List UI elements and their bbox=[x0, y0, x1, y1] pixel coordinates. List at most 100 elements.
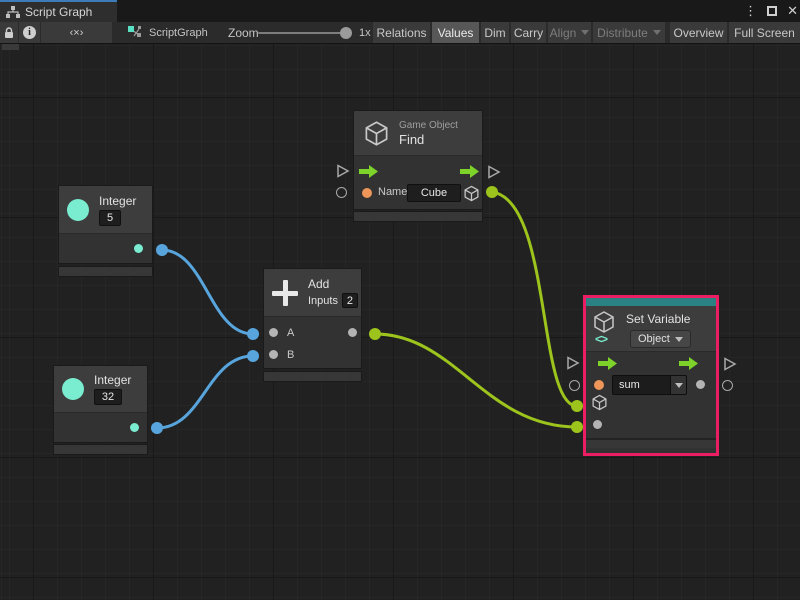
flow-out-triangle-icon[interactable] bbox=[487, 165, 501, 179]
flow-in-triangle-icon[interactable] bbox=[336, 164, 350, 178]
node-title: Find bbox=[399, 132, 458, 147]
inputs-label: Inputs bbox=[308, 295, 338, 307]
node-gameobject-find[interactable]: Game Object Find Name Cube bbox=[353, 110, 483, 210]
zoom-slider-handle[interactable] bbox=[340, 27, 352, 39]
zoom-label: Zoom bbox=[228, 22, 259, 43]
variable-port-outer-circle[interactable] bbox=[569, 380, 580, 391]
graph-name-label: ScriptGraph bbox=[128, 22, 208, 43]
distribute-button[interactable]: Distribute bbox=[593, 22, 665, 43]
name-label: Name bbox=[378, 186, 407, 198]
lock-icon bbox=[4, 27, 14, 39]
title-bar: Script Graph ⋮ ✕ bbox=[0, 0, 800, 22]
flow-in-arrow-icon[interactable] bbox=[598, 357, 618, 370]
dim-button[interactable]: Dim bbox=[481, 22, 509, 43]
output-port[interactable] bbox=[134, 244, 143, 253]
variable-code-icon: <> bbox=[595, 332, 607, 346]
node-footer bbox=[53, 444, 148, 455]
caret-down-icon bbox=[675, 337, 683, 342]
node-body: Name Cube bbox=[354, 156, 482, 209]
script-graph-icon bbox=[128, 26, 143, 39]
cube-icon bbox=[592, 310, 616, 334]
canvas-corner-tab bbox=[2, 44, 19, 50]
window-controls: ⋮ ✕ bbox=[744, 0, 798, 22]
integer-type-icon bbox=[62, 378, 84, 400]
tab-title: Script Graph bbox=[25, 5, 92, 19]
node-footer bbox=[263, 371, 362, 382]
add-plus-icon bbox=[272, 280, 298, 306]
value-input-port[interactable] bbox=[593, 420, 602, 429]
variable-name-group: sum bbox=[612, 375, 687, 395]
node-footer bbox=[353, 211, 483, 222]
port-label-b: B bbox=[287, 349, 294, 361]
input-port-a[interactable] bbox=[269, 328, 278, 337]
graph-hierarchy-icon bbox=[6, 6, 20, 18]
gameobject-target-port-icon[interactable] bbox=[591, 394, 608, 411]
caret-down-icon bbox=[675, 383, 683, 388]
values-button[interactable]: Values bbox=[432, 22, 479, 43]
info-button[interactable]: i bbox=[19, 22, 40, 43]
zoom-slider-track[interactable] bbox=[258, 32, 346, 34]
node-header: Integer 5 bbox=[59, 186, 152, 234]
caret-down-icon bbox=[653, 30, 661, 35]
node-body: A B bbox=[264, 317, 361, 368]
info-icon: i bbox=[23, 26, 36, 39]
node-header: Add Inputs 2 bbox=[264, 269, 361, 317]
selection-teal-strip bbox=[586, 298, 716, 306]
port-label-a: A bbox=[287, 327, 294, 339]
node-category: Game Object bbox=[399, 120, 458, 131]
zoom-value: 1x bbox=[359, 22, 371, 43]
integer-value-field[interactable]: 5 bbox=[99, 210, 121, 226]
integer-type-icon bbox=[67, 199, 89, 221]
node-header: Integer 32 bbox=[54, 366, 147, 413]
lock-button[interactable] bbox=[0, 22, 18, 43]
node-footer bbox=[586, 438, 716, 448]
name-value-field[interactable]: Cube bbox=[407, 184, 461, 202]
output-port[interactable] bbox=[130, 423, 139, 432]
relations-button[interactable]: Relations bbox=[373, 22, 430, 43]
node-header: <> Set Variable Object bbox=[586, 306, 716, 352]
cube-icon bbox=[363, 120, 390, 147]
node-body: sum bbox=[586, 352, 716, 438]
name-port-outer-circle[interactable] bbox=[336, 187, 347, 198]
node-title: Add bbox=[308, 277, 358, 291]
node-integer-a[interactable]: Integer 5 bbox=[58, 185, 153, 264]
value-port-outer-circle[interactable] bbox=[722, 380, 733, 391]
output-port-sum[interactable] bbox=[348, 328, 357, 337]
fullscreen-button[interactable]: Full Screen bbox=[729, 22, 800, 43]
integer-value-field[interactable]: 32 bbox=[94, 389, 122, 405]
node-title: Integer bbox=[94, 373, 131, 387]
node-body bbox=[54, 413, 147, 442]
unity-script-graph-window: Script Graph ⋮ ✕ i ‹×› bbox=[0, 0, 800, 600]
variable-name-port[interactable] bbox=[594, 380, 604, 390]
flow-out-triangle-icon[interactable] bbox=[723, 357, 737, 371]
overview-button[interactable]: Overview bbox=[670, 22, 727, 43]
variable-name-field[interactable]: sum bbox=[612, 375, 671, 395]
variable-dropdown-button[interactable] bbox=[671, 375, 687, 395]
value-output-port[interactable] bbox=[696, 380, 705, 389]
node-title: Set Variable bbox=[626, 312, 690, 326]
name-input-port[interactable] bbox=[362, 188, 372, 198]
node-footer bbox=[58, 266, 153, 277]
flow-in-arrow-icon[interactable] bbox=[359, 165, 379, 178]
align-button[interactable]: Align bbox=[548, 22, 591, 43]
window-menu-icon[interactable]: ⋮ bbox=[744, 0, 757, 22]
node-add[interactable]: Add Inputs 2 A B bbox=[263, 268, 362, 369]
close-icon[interactable]: ✕ bbox=[787, 0, 798, 22]
scope-dropdown[interactable]: Object bbox=[630, 330, 691, 348]
tab-script-graph[interactable]: Script Graph bbox=[0, 0, 117, 22]
gameobject-output-icon[interactable] bbox=[463, 185, 480, 202]
maximize-icon[interactable] bbox=[767, 6, 777, 16]
inputs-count-field[interactable]: 2 bbox=[342, 293, 358, 308]
flow-in-triangle-icon[interactable] bbox=[566, 356, 580, 370]
node-set-variable[interactable]: <> Set Variable Object sum bbox=[583, 295, 719, 456]
graph-toolbar: i ‹×› ScriptGraph Zoom 1x Relations Valu… bbox=[0, 22, 800, 44]
node-integer-b[interactable]: Integer 32 bbox=[53, 365, 148, 443]
input-port-b[interactable] bbox=[269, 350, 278, 359]
flow-out-arrow-icon[interactable] bbox=[679, 357, 699, 370]
node-header: Game Object Find bbox=[354, 111, 482, 156]
carry-button[interactable]: Carry bbox=[511, 22, 546, 43]
node-body bbox=[59, 234, 152, 263]
caret-down-icon bbox=[581, 30, 589, 35]
code-view-button[interactable]: ‹×› bbox=[41, 22, 112, 43]
flow-out-arrow-icon[interactable] bbox=[460, 165, 480, 178]
